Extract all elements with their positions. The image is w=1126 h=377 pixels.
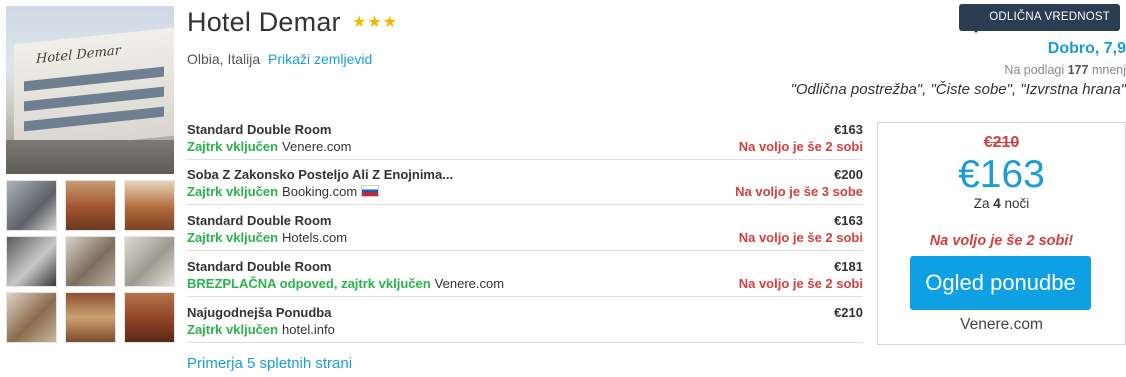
meal-plan: Zajtrk vključen — [187, 322, 279, 337]
room-type: Soba Z Zakonsko Posteljo Ali Z Enojnima.… — [187, 167, 454, 182]
thumbnail[interactable] — [124, 236, 175, 287]
building-facade: Hotel Demar — [14, 27, 174, 153]
review-count: Na podlagi 177 mnenj — [1004, 63, 1126, 77]
rooms-left: Na voljo je še 3 sobe — [735, 184, 863, 199]
offer-details: Zajtrk vključen hotel.info — [187, 321, 863, 338]
offer-price: €181 — [834, 259, 863, 274]
room-type: Standard Double Room — [187, 122, 332, 137]
review-highlights: "Odlična postrežba", "Čiste sobe", "Izvr… — [790, 81, 1126, 98]
review-count-number: 177 — [1067, 63, 1089, 77]
location-text: Olbia, Italija — [187, 51, 261, 67]
hotel-main-photo[interactable]: Hotel Demar — [6, 6, 174, 174]
offer-row[interactable]: Soba Z Zakonsko Posteljo Ali Z Enojnima.… — [187, 165, 863, 205]
deal-rooms-left: Na voljo je še 2 sobi! — [929, 233, 1074, 249]
star-rating: ★★★ — [352, 14, 399, 31]
booking-site: Hotels.com — [282, 230, 348, 245]
value-badge: ODLIČNA VREDNOST — [959, 4, 1120, 31]
thumbnail[interactable] — [6, 292, 57, 343]
review-count-suffix: mnenj — [1091, 63, 1126, 77]
room-type: Standard Double Room — [187, 213, 332, 228]
meal-plan: Zajtrk vključen — [187, 230, 279, 245]
offer-row[interactable]: Standard Double Room Zajtrk vključen Vene… — [187, 120, 863, 160]
thumbnail[interactable] — [65, 180, 116, 231]
offer-price: €163 — [834, 122, 863, 137]
review-count-prefix: Na podlagi — [1004, 63, 1065, 77]
rooms-left: Na voljo je še 2 sobi — [738, 230, 863, 245]
offer-price: €163 — [834, 213, 863, 228]
nights-count: 4 — [993, 196, 1001, 211]
thumbnail[interactable] — [6, 236, 57, 287]
rooms-left: Na voljo je še 2 sobi — [738, 139, 863, 154]
offers-list: Standard Double Room Zajtrk vključen Vene… — [187, 120, 863, 343]
old-price: €210 — [983, 134, 1020, 151]
meal-plan: Zajtrk vključen — [187, 139, 279, 154]
window-row — [24, 86, 164, 112]
nights-suffix: noči — [1004, 196, 1030, 211]
window-row — [24, 106, 164, 132]
meal-plan: Zajtrk vključen — [187, 184, 279, 199]
booking-site: hotel.info — [282, 322, 335, 337]
booking-site: Venere.com — [434, 276, 505, 291]
view-deal-button[interactable]: Ogled ponudbe — [910, 256, 1091, 310]
offer-row[interactable]: Standard Double Room Zajtrk vključen Hote… — [187, 211, 863, 251]
deal-price: €163 — [958, 153, 1045, 196]
offer-row[interactable]: Standard Double Room BREZPLAČNA odpoved,… — [187, 257, 863, 297]
slovenia-flag-icon — [361, 185, 380, 197]
window-row — [24, 66, 164, 92]
deal-site: Venere.com — [960, 316, 1043, 333]
hotel-photo-sign: Hotel Demar — [36, 43, 121, 68]
thumbnail[interactable] — [65, 236, 116, 287]
booking-site: Booking.com — [282, 184, 358, 199]
nights-prefix: Za — [973, 196, 990, 211]
booking-site: Venere.com — [282, 139, 352, 154]
meal-plan: BREZPLAČNA odpoved, zajtrk vključen — [187, 276, 431, 291]
compare-sites-link[interactable]: Primerja 5 spletnih strani — [187, 355, 352, 372]
hotel-location: Olbia, Italija Prikaži zemljevid — [187, 51, 372, 67]
thumbnail[interactable] — [124, 180, 175, 231]
offer-price: €200 — [834, 167, 863, 182]
show-map-link[interactable]: Prikaži zemljevid — [268, 51, 372, 67]
thumbnail[interactable] — [6, 180, 57, 231]
street — [6, 140, 174, 174]
nights-info: Za 4 noči — [878, 196, 1125, 211]
hotel-name[interactable]: Hotel Demar — [187, 7, 341, 38]
thumbnail[interactable] — [124, 292, 175, 343]
rating-score[interactable]: Dobro, 7,9 — [1048, 40, 1126, 58]
best-deal-box: €210 €163 Za 4 noči Na voljo je še 2 sob… — [877, 122, 1126, 345]
rooms-left: Na voljo je še 2 sobi — [738, 276, 863, 291]
thumbnail[interactable] — [65, 292, 116, 343]
offer-price: €210 — [834, 305, 863, 320]
offer-row[interactable]: Najugodnejša Ponudba Zajtrk vključen hote… — [187, 303, 863, 343]
room-type: Najugodnejša Ponudba — [187, 305, 332, 320]
room-type: Standard Double Room — [187, 259, 332, 274]
